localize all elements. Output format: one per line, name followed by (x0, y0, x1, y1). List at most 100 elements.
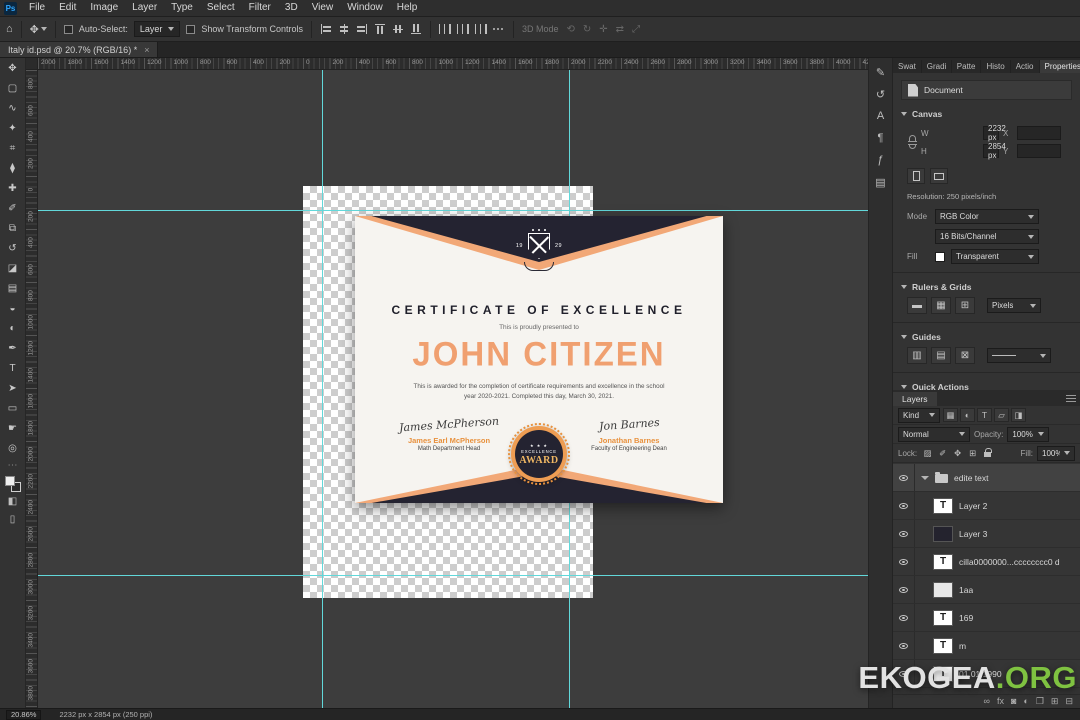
lock-transparent-icon[interactable]: ▨ (921, 447, 934, 460)
layers-tab[interactable]: Layers (893, 392, 937, 406)
text-layer-thumbnail[interactable]: T (933, 553, 953, 570)
panel-tab-patte[interactable]: Patte (952, 60, 982, 73)
menu-image[interactable]: Image (83, 0, 125, 16)
show-transform-checkbox[interactable] (186, 24, 196, 34)
distribute-gaps-icon[interactable] (474, 24, 487, 34)
new-guide-layout-icon[interactable]: ▥ (907, 347, 927, 364)
menu-view[interactable]: View (305, 0, 341, 16)
canvas-viewport[interactable]: 2000 1800 1600 1400 1200 1000 800 600 400 200 0 200… (26, 58, 868, 708)
adjustment-layer-icon[interactable]: ◐ (1023, 696, 1028, 707)
layer-visibility-toggle[interactable] (893, 492, 915, 519)
document-tab[interactable]: Italy id.psd @ 20.7% (RGB/16) * × (0, 42, 159, 57)
opacity-dropdown[interactable]: 100% (1007, 426, 1050, 442)
x-field[interactable] (1017, 126, 1061, 140)
guide-horizontal-bottom[interactable] (38, 575, 868, 576)
align-right-icon[interactable] (356, 24, 368, 34)
text-layer-thumbnail[interactable]: T (933, 497, 953, 514)
distribute-vertical-icon[interactable] (456, 24, 469, 34)
horizontal-ruler[interactable]: 2000 1800 1600 1400 1200 1000 800 600 400 200 0 200… (38, 58, 868, 70)
photoshop-app-icon[interactable]: Ps (4, 1, 17, 15)
menu-select[interactable]: Select (200, 0, 242, 16)
color-mode-dropdown[interactable]: RGB Color (935, 209, 1039, 224)
move-tool[interactable]: ✥ (0, 58, 26, 78)
guides-header[interactable]: Guides (901, 332, 1072, 342)
paragraph-panel-icon[interactable]: ¶ (870, 127, 892, 149)
layer-visibility-toggle[interactable] (893, 464, 915, 491)
layers-fill-dropdown[interactable]: 100% (1037, 445, 1075, 461)
lock-guides-icon[interactable]: ▤ (931, 347, 951, 364)
3d-scale-icon[interactable]: ⤢ (630, 24, 642, 35)
height-field[interactable]: 2854 px (983, 142, 1006, 160)
lasso-tool[interactable]: ∿ (0, 98, 26, 118)
dodge-tool[interactable]: ◐ (0, 318, 26, 338)
quick-mask-button[interactable]: ◧ (8, 492, 17, 510)
layer-visibility-toggle[interactable] (893, 548, 915, 575)
link-dimensions-icon[interactable] (907, 135, 917, 149)
hand-tool[interactable]: ☛ (0, 418, 26, 438)
filter-kind-dropdown[interactable]: Kind (898, 407, 940, 423)
align-top-icon[interactable] (375, 23, 385, 35)
guide-style-dropdown[interactable] (987, 348, 1051, 363)
align-v-center-icon[interactable] (393, 23, 403, 35)
panel-tab-actio[interactable]: Actio (1011, 60, 1040, 73)
document-type-row[interactable]: Document (901, 80, 1072, 100)
crop-tool[interactable]: ⌗ (0, 138, 26, 158)
gradient-tool[interactable]: ▤ (0, 278, 26, 298)
menu-type[interactable]: Type (164, 0, 200, 16)
layer-group-icon[interactable]: ❐ (1036, 696, 1044, 707)
shape-tool[interactable]: ▭ (0, 398, 26, 418)
layer-thumbnail[interactable] (933, 581, 953, 598)
home-icon[interactable]: ⌂ (6, 23, 13, 35)
3d-roll-icon[interactable]: ↻ (581, 24, 593, 35)
lock-pixels-icon[interactable]: ✐ (936, 447, 949, 460)
3d-rotate-icon[interactable]: ⟲ (565, 24, 577, 35)
blend-mode-dropdown[interactable]: Normal (898, 426, 970, 442)
panel-tab-histo[interactable]: Histo (981, 60, 1011, 73)
fill-swatch[interactable] (935, 251, 945, 262)
auto-select-checkbox[interactable] (63, 24, 73, 34)
spot-healing-tool[interactable]: ✚ (0, 178, 26, 198)
layer-visibility-toggle[interactable] (893, 632, 915, 659)
landscape-orientation-button[interactable] (930, 168, 948, 184)
width-field[interactable]: 2232 px (983, 124, 1006, 142)
layer-row[interactable]: 1aa (893, 576, 1080, 604)
text-layer-thumbnail[interactable]: T (933, 609, 953, 626)
fill-dropdown[interactable]: Transparent (951, 249, 1039, 264)
layer-visibility-toggle[interactable] (893, 604, 915, 631)
bit-depth-dropdown[interactable]: 16 Bits/Channel (935, 229, 1039, 244)
clear-guides-icon[interactable]: ⊠ (955, 347, 975, 364)
quick-select-tool[interactable]: ✦ (0, 118, 26, 138)
brush-tool[interactable]: ✐ (0, 198, 26, 218)
group-expand-caret[interactable] (921, 475, 929, 480)
color-swatches[interactable] (4, 476, 21, 492)
filter-pixel-icon[interactable]: ▦ (943, 408, 958, 422)
auto-select-dropdown[interactable]: Layer (133, 21, 181, 37)
type-tool[interactable]: T (0, 358, 26, 378)
ruler-units-dropdown[interactable]: Pixels (987, 298, 1041, 313)
align-left-icon[interactable] (320, 24, 332, 34)
edit-pencil-panel-icon[interactable]: ✎ (870, 61, 892, 83)
more-options-icon[interactable] (492, 27, 505, 31)
menu-help[interactable]: Help (390, 0, 425, 16)
menu-filter[interactable]: Filter (242, 0, 278, 16)
layer-visibility-toggle[interactable] (893, 520, 915, 547)
3d-slide-icon[interactable]: ⇄ (614, 24, 626, 35)
layer-row[interactable]: T Layer 2 (893, 492, 1080, 520)
align-bottom-icon[interactable] (411, 23, 421, 35)
distribute-horizontal-icon[interactable] (438, 24, 451, 34)
filter-type-icon[interactable]: T (977, 408, 992, 422)
menu-edit[interactable]: Edit (52, 0, 83, 16)
zoom-level-field[interactable]: 20.86% (6, 709, 42, 720)
menu-file[interactable]: File (22, 0, 52, 16)
layer-row[interactable]: T 169 (893, 604, 1080, 632)
canvas-section-header[interactable]: Canvas (901, 109, 1072, 119)
filter-adjustment-icon[interactable]: ◐ (960, 408, 975, 422)
rulers-grids-header[interactable]: Rulers & Grids (901, 282, 1072, 292)
move-tool-preset-icon[interactable]: ✥ (30, 23, 47, 36)
path-select-tool[interactable]: ➤ (0, 378, 26, 398)
history-brush-tool[interactable]: ↺ (0, 238, 26, 258)
history-panel-icon[interactable]: ↺ (870, 83, 892, 105)
lock-position-icon[interactable]: ✥ (951, 447, 964, 460)
close-tab-icon[interactable]: × (144, 45, 149, 55)
layer-mask-icon[interactable]: ◙ (1011, 696, 1016, 707)
